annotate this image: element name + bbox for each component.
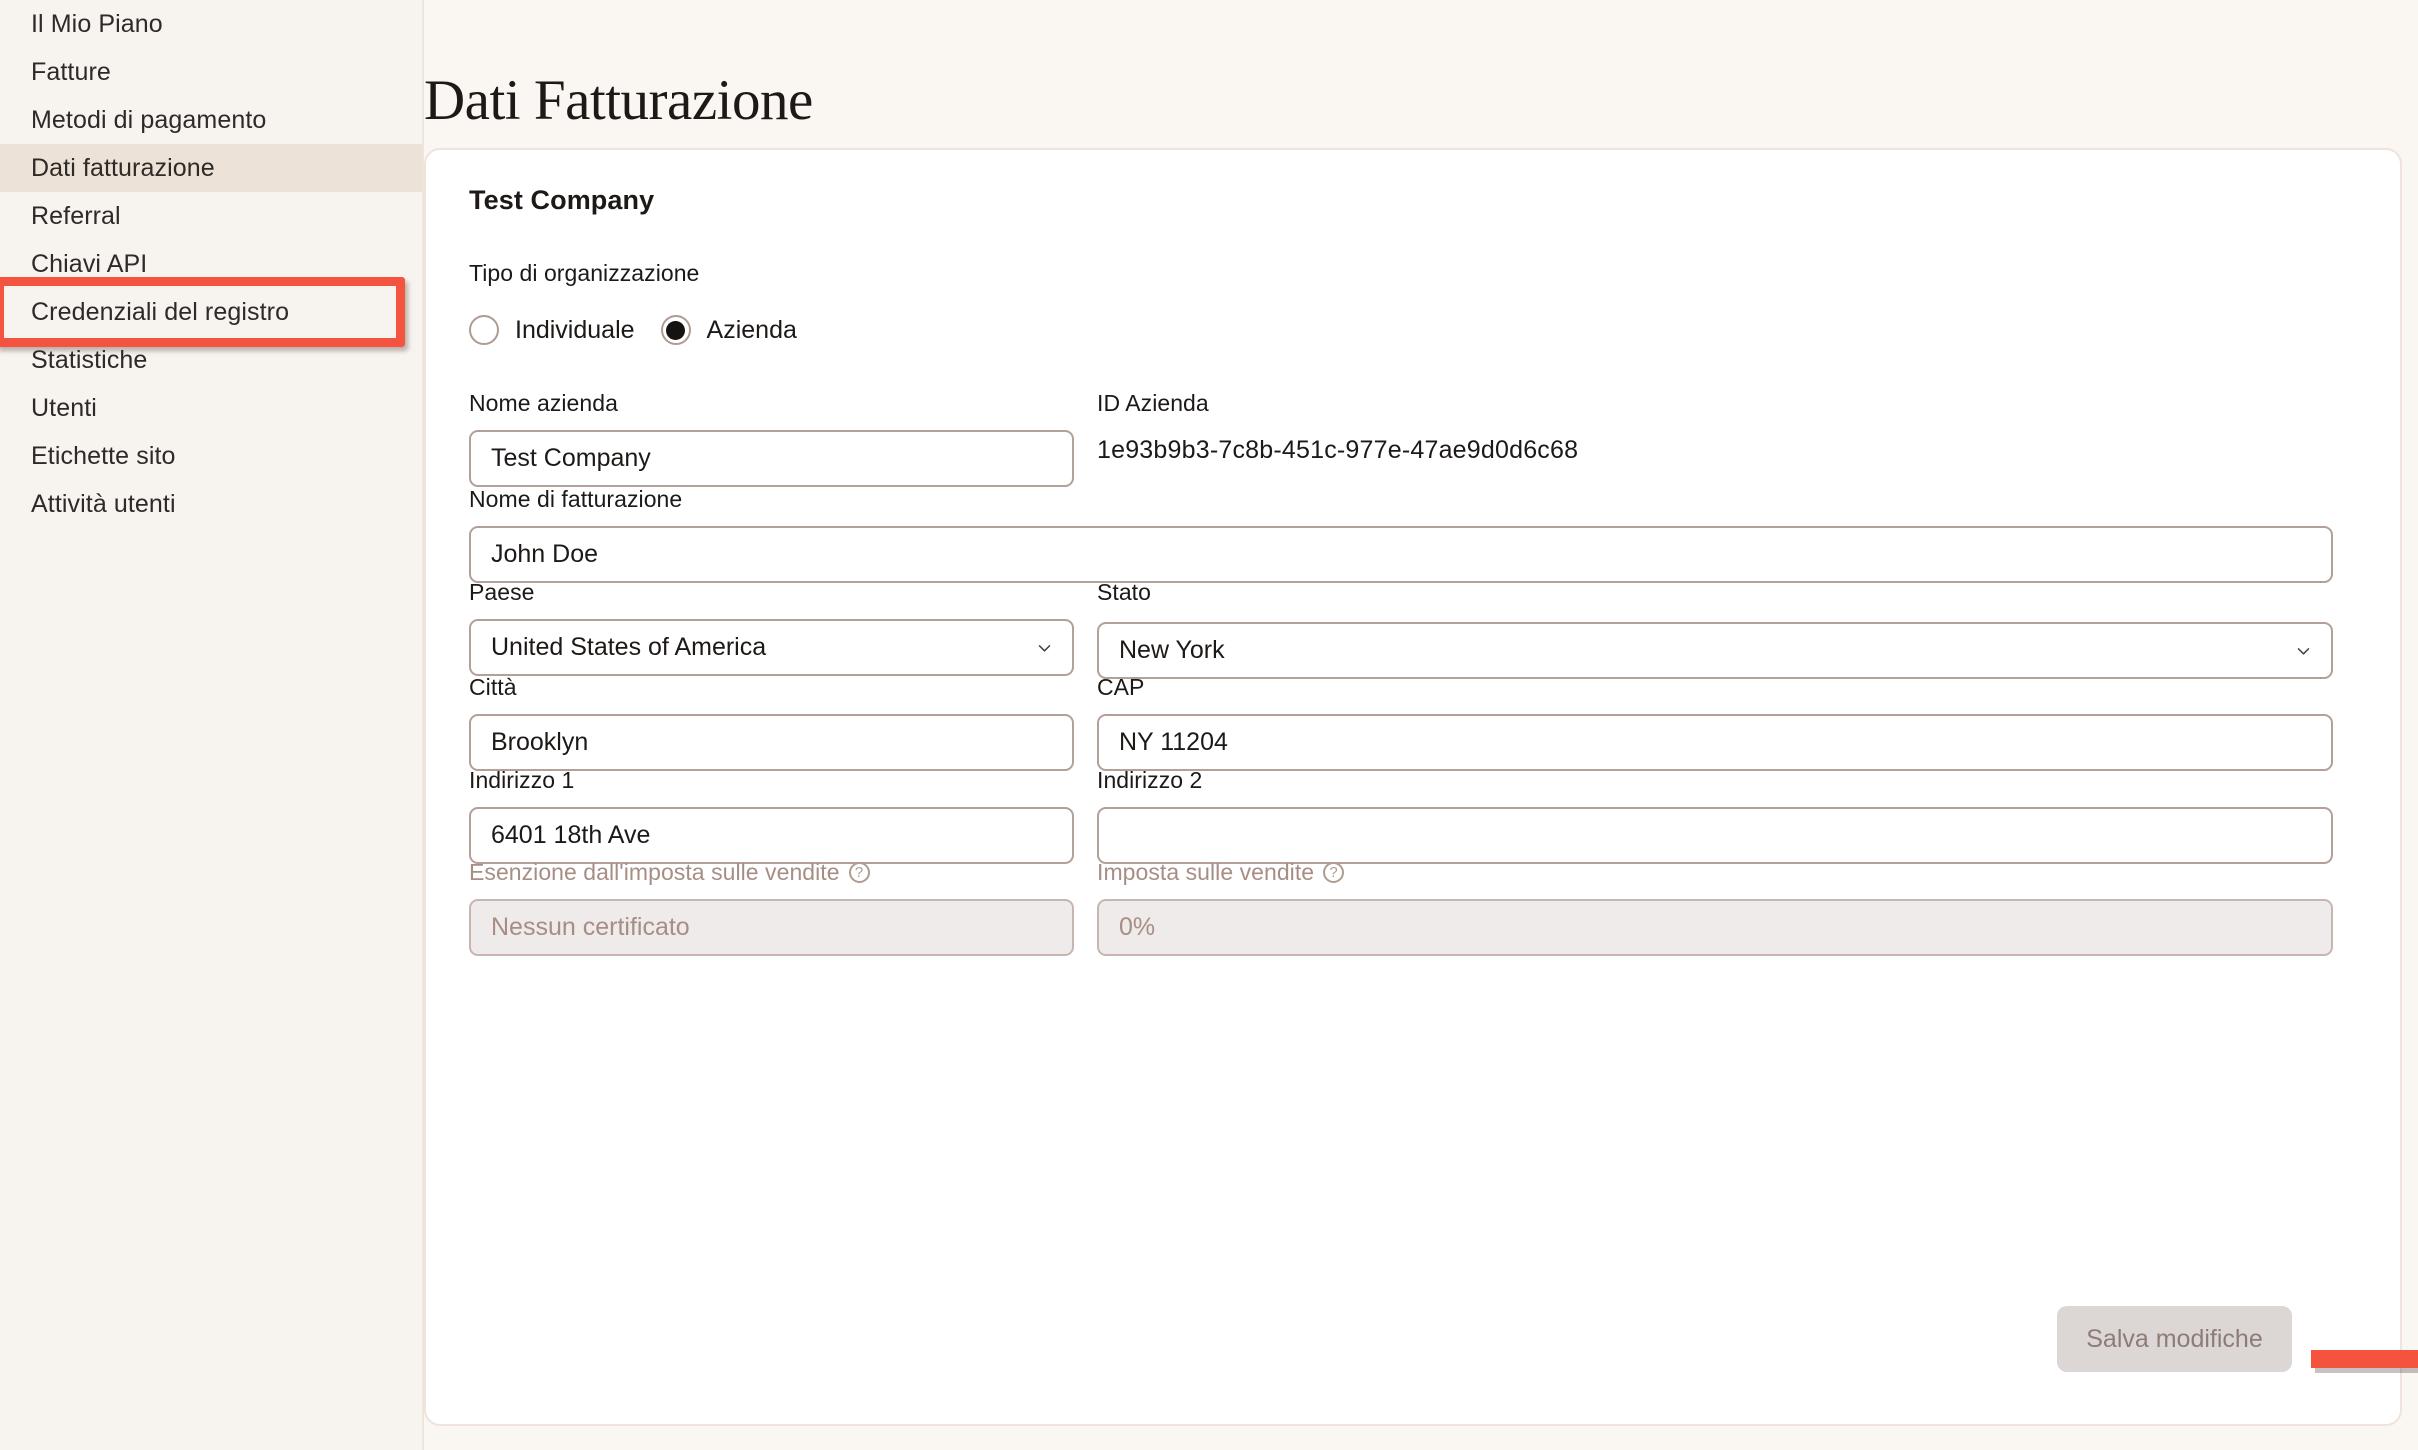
select-state[interactable]: New York [1097,622,2333,679]
input-address1[interactable]: 6401 18th Ave [469,807,1074,864]
label-company-name: Nome azienda [469,390,618,416]
label-tax-exemption: Esenzione dall'imposta sulle vendite ? [469,859,1074,886]
select-country[interactable]: United States of America [469,619,1074,676]
org-type-radio-group: Individuale Azienda [469,315,797,345]
help-icon[interactable]: ? [1323,862,1345,883]
chevron-down-icon [2295,642,2312,659]
sidebar-item-fatture[interactable]: Fatture [0,48,422,96]
label-address2: Indirizzo 2 [1097,767,1203,793]
label-address1: Indirizzo 1 [469,767,575,793]
label-sales-tax: Imposta sulle vendite ? [1097,859,2333,886]
field-sales-tax: Imposta sulle vendite ? 0% [1097,859,2333,956]
select-country-value: United States of America [491,633,767,661]
field-country: Paese United States of America [469,579,1074,676]
field-tax-exemption: Esenzione dall'imposta sulle vendite ? N… [469,859,1074,956]
value-company-id: 1e93b9b3-7c8b-451c-977e-47ae9d0d6c68 [1097,436,1579,464]
select-state-value: New York [1119,636,1225,664]
radio-label-individuale: Individuale [515,315,635,344]
label-state: Stato [1097,579,1151,605]
sidebar-item-dati-fatturazione[interactable]: Dati fatturazione [0,144,422,192]
sidebar-item-etichette-sito[interactable]: Etichette sito [0,432,422,480]
radio-icon-individuale[interactable] [469,315,499,345]
radio-label-azienda: Azienda [706,315,797,344]
sidebar-item-utenti[interactable]: Utenti [0,384,422,432]
radio-option-individuale[interactable]: Individuale [469,315,635,345]
input-address2[interactable] [1097,807,2333,864]
input-tax-exemption: Nessun certificato [469,899,1074,956]
label-zip: CAP [1097,674,1145,700]
label-city: Città [469,674,517,700]
radio-option-azienda[interactable]: Azienda [660,315,797,345]
label-country: Paese [469,579,535,605]
sidebar-item-referral[interactable]: Referral [0,192,422,240]
billing-details-card: Test Company Tipo di organizzazione Indi… [424,148,2402,1426]
main-content: Dati Fatturazione Test Company Tipo di o… [424,0,2418,1450]
sidebar-item-label: Dati fatturazione [31,153,215,182]
sidebar-item-il-mio-piano[interactable]: Il Mio Piano [0,0,422,48]
input-sales-tax: 0% [1097,899,2333,956]
input-company-name[interactable]: Test Company [469,430,1074,487]
help-icon[interactable]: ? [848,862,870,883]
radio-icon-azienda[interactable] [660,315,691,345]
label-tax-exemption-text: Esenzione dall'imposta sulle vendite [469,859,840,885]
sidebar-item-attivita-utenti[interactable]: Attività utenti [0,480,422,528]
page-title: Dati Fatturazione [424,69,813,133]
input-billing-name[interactable]: John Doe [469,526,2333,583]
save-changes-button[interactable]: Salva modifiche [2057,1306,2292,1372]
sidebar-item-label: Chiavi API [31,249,148,278]
field-city: Città Brooklyn [469,674,1074,771]
field-billing-name: Nome di fatturazione John Doe [469,486,2333,583]
label-sales-tax-text: Imposta sulle vendite [1097,859,1315,885]
field-address2: Indirizzo 2 [1097,767,2333,864]
field-state: Stato New York [1097,579,2333,679]
sidebar-item-label: Etichette sito [31,441,176,470]
chevron-down-icon [1036,639,1053,656]
label-billing-name: Nome di fatturazione [469,486,683,512]
sidebar-item-label: Metodi di pagamento [31,105,267,134]
org-type-label: Tipo di organizzazione [469,260,700,286]
label-company-id: ID Azienda [1097,390,1209,416]
sidebar-item-chiavi-api[interactable]: Chiavi API [0,240,422,288]
sidebar-item-label: Statistiche [31,345,148,374]
billing-settings-page: Il Mio Piano Fatture Metodi di pagamento Da… [0,0,2418,1450]
sidebar-item-label: Attività utenti [31,489,176,518]
sidebar-item-credenziali-del-registro[interactable]: Credenziali del registro [0,288,422,336]
sidebar: Il Mio Piano Fatture Metodi di pagamento Da… [0,0,424,1450]
sidebar-item-label: Credenziali del registro [31,297,290,326]
sidebar-item-statistiche[interactable]: Statistiche [0,336,422,384]
sidebar-item-metodi-di-pagamento[interactable]: Metodi di pagamento [0,96,422,144]
sidebar-item-label: Referral [31,201,121,230]
sidebar-item-label: Utenti [31,393,97,422]
field-zip: CAP NY 11204 [1097,674,2333,771]
field-company-name: Nome azienda Test Company [469,390,1074,487]
field-company-id: ID Azienda 1e93b9b3-7c8b-451c-977e-47ae9… [1097,390,2333,465]
sidebar-nav-list: Il Mio Piano Fatture Metodi di pagamento Da… [0,0,422,528]
sidebar-item-label: Il Mio Piano [31,9,163,38]
company-heading: Test Company [469,185,655,215]
input-city[interactable]: Brooklyn [469,714,1074,771]
field-address1: Indirizzo 1 6401 18th Ave [469,767,1074,864]
sidebar-item-label: Fatture [31,57,111,86]
input-zip[interactable]: NY 11204 [1097,714,2333,771]
